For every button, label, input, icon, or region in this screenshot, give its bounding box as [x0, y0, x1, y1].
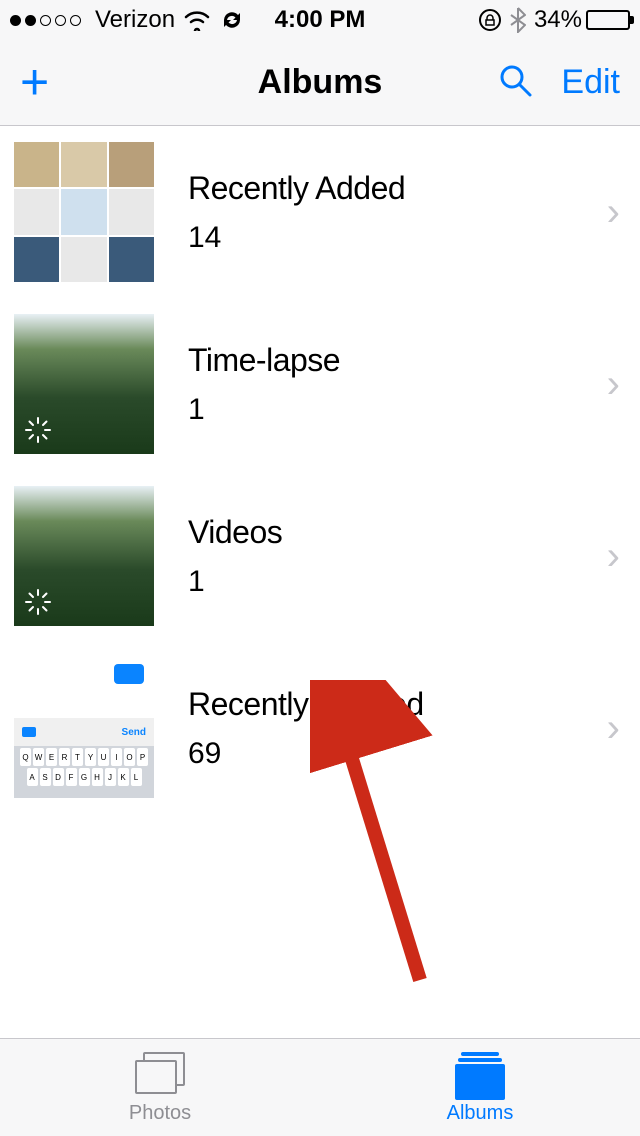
status-bar: Verizon 4:00 PM 34% — [0, 0, 640, 40]
album-thumbnail: Send QWERTYUIOPASDFGHJKL — [14, 658, 154, 798]
signal-strength-icon — [10, 15, 81, 26]
status-left: Verizon — [10, 6, 245, 34]
album-title-label: Time-lapse — [188, 342, 607, 379]
battery-indicator: 34% — [534, 6, 630, 34]
album-row-recently-added[interactable]: Recently Added 14 › — [0, 126, 640, 298]
photos-tab-icon — [133, 1050, 187, 1098]
album-count-label: 69 — [188, 737, 607, 771]
album-count-label: 1 — [188, 565, 607, 599]
album-row-videos[interactable]: Videos 1 › — [0, 470, 640, 642]
tab-label: Photos — [129, 1102, 191, 1125]
timelapse-icon — [24, 588, 52, 616]
album-thumbnail — [14, 142, 154, 282]
page-title: Albums — [258, 63, 383, 102]
album-row-time-lapse[interactable]: Time-lapse 1 › — [0, 298, 640, 470]
tab-bar: Photos Albums — [0, 1038, 640, 1136]
chevron-right-icon: › — [607, 362, 620, 407]
tab-label: Albums — [447, 1102, 514, 1125]
album-row-recently-deleted[interactable]: Send QWERTYUIOPASDFGHJKL Recently Delete… — [0, 642, 640, 814]
bluetooth-icon — [510, 7, 526, 33]
wifi-icon — [183, 9, 211, 31]
timelapse-icon — [24, 416, 52, 444]
chevron-right-icon: › — [607, 706, 620, 751]
album-title-label: Videos — [188, 514, 607, 551]
album-title-label: Recently Added — [188, 170, 607, 207]
clock-label: 4:00 PM — [275, 6, 366, 34]
add-album-button[interactable]: + — [20, 70, 49, 95]
battery-percent-label: 34% — [534, 6, 582, 34]
sync-icon — [219, 7, 245, 33]
orientation-lock-icon — [478, 8, 502, 32]
tab-albums[interactable]: Albums — [320, 1039, 640, 1136]
nav-bar: + Albums Edit — [0, 40, 640, 126]
tab-photos[interactable]: Photos — [0, 1039, 320, 1136]
album-count-label: 14 — [188, 221, 607, 255]
album-list: Recently Added 14 › Time-lapse 1 › Video… — [0, 126, 640, 814]
battery-icon — [586, 10, 630, 30]
carrier-label: Verizon — [95, 6, 175, 34]
album-thumbnail — [14, 486, 154, 626]
albums-tab-icon — [453, 1050, 507, 1098]
chevron-right-icon: › — [607, 190, 620, 235]
search-button[interactable] — [497, 62, 533, 103]
album-thumbnail — [14, 314, 154, 454]
album-title-label: Recently Deleted — [188, 686, 607, 723]
edit-button[interactable]: Edit — [561, 63, 620, 102]
album-count-label: 1 — [188, 393, 607, 427]
chevron-right-icon: › — [607, 534, 620, 579]
status-right: 34% — [478, 6, 630, 34]
